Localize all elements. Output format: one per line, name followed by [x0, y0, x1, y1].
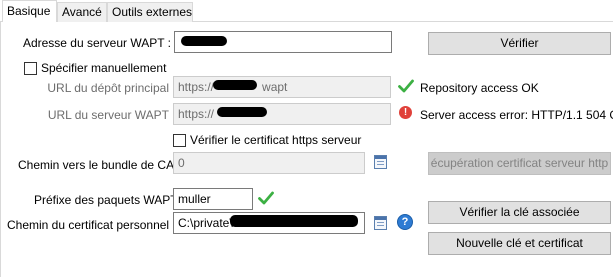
help-icon[interactable]: ? [397, 214, 413, 230]
ca-bundle-label: Chemin vers le bundle de CA [18, 158, 175, 172]
check-icon [258, 191, 274, 205]
browse-file-icon[interactable] [374, 155, 387, 169]
package-prefix-label: Préfixe des paquets WAPT [34, 193, 178, 207]
server-address-label: Adresse du serveur WAPT : [22, 36, 171, 50]
fetch-server-cert-button[interactable]: écupération certificat serveur http [428, 152, 611, 175]
wapt-server-url-prefix: https:// [178, 107, 215, 121]
repo-url-label: URL du dépôt principal [47, 81, 169, 95]
repo-url-suffix: wapt [262, 80, 288, 94]
wapt-server-url-label: URL du serveur WAPT [47, 108, 169, 122]
ca-bundle-input[interactable]: 0 [173, 152, 365, 174]
new-key-cert-button[interactable]: Nouvelle clé et certificat [428, 232, 611, 255]
personal-cert-value: C:\private\ [178, 216, 233, 230]
browse-file-icon[interactable] [374, 216, 387, 230]
tab-panel-basique: Adresse du serveur WAPT : Vérifier Spéci… [0, 22, 613, 277]
wapt-server-url-input[interactable]: https:// [173, 103, 391, 125]
tab-basique[interactable]: Basique [2, 0, 57, 22]
repo-url-prefix: https:// [178, 80, 215, 94]
tab-outils-externes[interactable]: Outils externes [107, 2, 193, 22]
verify-cert-checkbox[interactable] [173, 134, 186, 147]
verify-server-button[interactable]: Vérifier [428, 32, 611, 55]
redaction-mark [181, 36, 227, 46]
personal-cert-label: Chemin du certificat personnel [7, 218, 170, 232]
repo-url-input[interactable]: https:// wapt [173, 76, 391, 98]
package-prefix-value: muller [178, 192, 211, 206]
tab-avance[interactable]: Avancé [57, 2, 107, 22]
redaction-mark [230, 215, 358, 227]
repo-status-text: Repository access OK [420, 81, 539, 95]
tab-bar: Basique Avancé Outils externes [0, 0, 613, 23]
manual-label: Spécifier manuellement [41, 61, 167, 75]
ca-bundle-value: 0 [178, 156, 185, 170]
redaction-mark [217, 107, 267, 117]
verify-cert-label: Vérifier le certificat https serveur [190, 133, 362, 147]
manual-checkbox[interactable] [24, 62, 37, 75]
server-status-text: Server access error: HTTP/1.1 504 Ga [420, 108, 613, 122]
check-icon [398, 79, 414, 93]
package-prefix-input[interactable]: muller [173, 188, 253, 210]
verify-key-button[interactable]: Vérifier la clé associée [428, 201, 611, 224]
redaction-mark [213, 80, 257, 90]
error-icon: ! [399, 106, 412, 119]
